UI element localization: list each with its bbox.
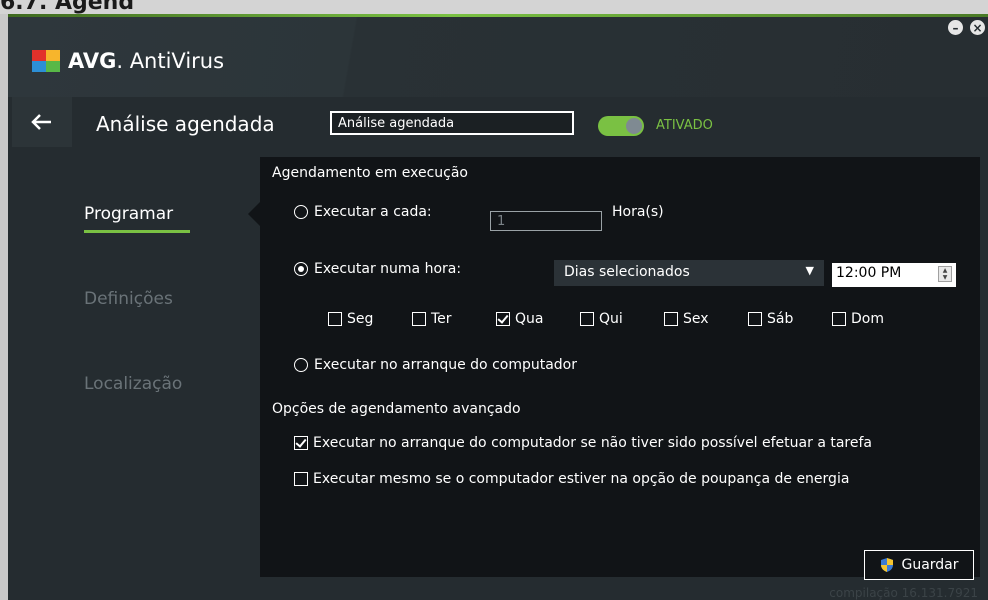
run-at-startup-label: Executar no arranque do computador <box>314 357 578 373</box>
active-tab-indicator <box>84 230 190 233</box>
run-every-option[interactable]: Executar a cada: <box>294 204 432 220</box>
advanced-option-label: Executar no arranque do computador se nã… <box>313 435 872 451</box>
run-at-startup-option[interactable]: Executar no arranque do computador <box>294 357 577 373</box>
checkbox-icon[interactable] <box>412 312 426 326</box>
hours-unit-label: Hora(s) <box>612 204 664 220</box>
time-value: 12:00 PM <box>836 265 902 281</box>
day-checkbox-dom[interactable]: Dom <box>832 311 884 327</box>
days-dropdown[interactable]: Dias selecionados ▼ <box>554 260 824 286</box>
day-label: Sáb <box>767 311 794 327</box>
day-checkbox-sab[interactable]: Sáb <box>748 311 793 327</box>
checkbox-checked-icon[interactable] <box>496 312 510 326</box>
day-label: Qua <box>515 311 544 327</box>
day-checkbox-ter[interactable]: Ter <box>412 311 452 327</box>
day-checkbox-qui[interactable]: Qui <box>580 311 623 327</box>
toggle-knob <box>626 118 642 134</box>
day-checkbox-sex[interactable]: Sex <box>664 311 709 327</box>
day-checkbox-seg[interactable]: Seg <box>328 311 373 327</box>
sidebar-item-localizacao[interactable]: Localização <box>84 374 182 394</box>
page-header: Análise agendada ATIVADO <box>8 97 988 157</box>
advanced-section-title: Opções de agendamento avançado <box>272 401 521 417</box>
days-dropdown-value: Dias selecionados <box>564 264 690 280</box>
day-label: Sex <box>683 311 709 327</box>
close-button[interactable]: × <box>970 20 985 35</box>
day-label: Qui <box>599 311 623 327</box>
save-button[interactable]: Guardar <box>864 550 974 580</box>
advanced-option-power-saving[interactable]: Executar mesmo se o computador estiver n… <box>294 471 849 487</box>
arrow-left-icon <box>31 114 51 130</box>
checkbox-icon[interactable] <box>748 312 762 326</box>
chevron-down-icon: ▼ <box>805 264 814 277</box>
time-input[interactable]: 12:00 PM ▲ ▼ <box>832 263 956 287</box>
run-at-startup-radio[interactable] <box>294 358 308 372</box>
toggle-status-label: ATIVADO <box>656 118 713 133</box>
scan-name-input[interactable] <box>330 111 574 135</box>
checkbox-checked-icon[interactable] <box>294 436 308 450</box>
avg-logo: AVG. AntiVirus <box>30 48 224 74</box>
day-label: Ter <box>431 311 452 327</box>
back-button[interactable] <box>12 97 72 147</box>
time-spinner-icon[interactable]: ▲ ▼ <box>938 266 952 282</box>
avg-logo-icon <box>30 48 64 74</box>
checkbox-icon[interactable] <box>580 312 594 326</box>
settings-panel: Agendamento em execução Executar a cada:… <box>260 157 980 580</box>
run-at-time-radio[interactable] <box>294 262 308 276</box>
day-label: Dom <box>851 311 884 327</box>
enabled-toggle[interactable] <box>598 116 644 136</box>
run-every-radio[interactable] <box>294 205 308 219</box>
background-document-text: 6.7. Agend <box>0 0 135 14</box>
day-label: Seg <box>347 311 374 327</box>
save-button-label: Guardar <box>901 557 959 573</box>
checkbox-icon[interactable] <box>832 312 846 326</box>
checkbox-icon[interactable] <box>294 472 308 486</box>
build-version-label: compilação 16.131.7921 <box>829 586 978 600</box>
hours-interval-input[interactable] <box>490 211 602 231</box>
day-checkbox-qua[interactable]: Qua <box>496 311 543 327</box>
sidebar-item-programar[interactable]: Programar <box>84 204 173 224</box>
run-every-label: Executar a cada: <box>314 204 432 220</box>
page-title: Análise agendada <box>96 112 275 136</box>
panel-pointer <box>248 202 260 226</box>
background-document-strip: 6.7. Agend <box>0 0 988 14</box>
app-window: AVG. AntiVirus – × Análise agendada ATIV… <box>8 14 988 600</box>
run-at-time-option[interactable]: Executar numa hora: <box>294 261 461 277</box>
uac-shield-icon <box>881 558 894 572</box>
schedule-section-title: Agendamento em execução <box>272 165 468 181</box>
checkbox-icon[interactable] <box>664 312 678 326</box>
checkbox-icon[interactable] <box>328 312 342 326</box>
run-at-time-label: Executar numa hora: <box>314 261 462 277</box>
advanced-option-missed-task[interactable]: Executar no arranque do computador se nã… <box>294 435 872 451</box>
app-name: AVG. AntiVirus <box>68 49 225 73</box>
advanced-option-label: Executar mesmo se o computador estiver n… <box>313 471 850 487</box>
sidebar-item-definicoes[interactable]: Definições <box>84 289 173 309</box>
minimize-button[interactable]: – <box>948 20 963 35</box>
